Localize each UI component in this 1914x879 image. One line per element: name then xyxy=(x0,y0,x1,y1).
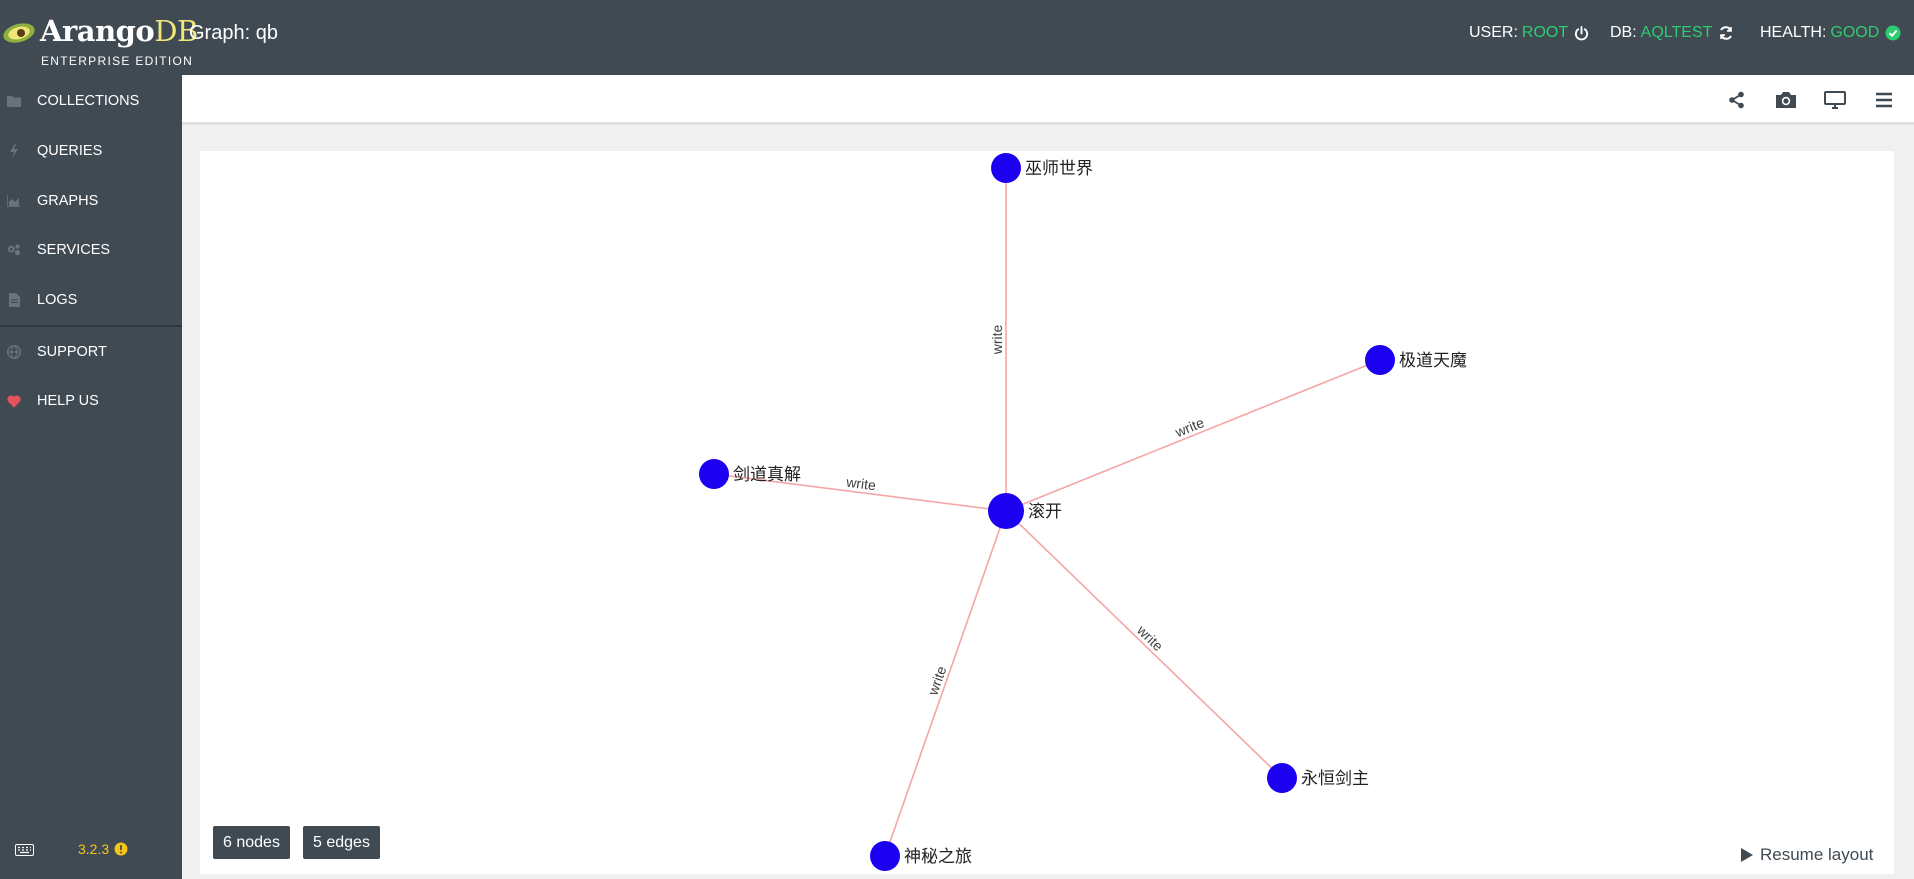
user-status[interactable]: USER: ROOT xyxy=(1469,24,1589,42)
resume-layout-label: Resume layout xyxy=(1760,845,1874,864)
sidebar-item-help-us[interactable]: HELP US xyxy=(0,379,182,423)
sidebar-divider xyxy=(0,325,182,327)
arangodb-logo[interactable]: ArangoDB ENTERPRISE EDITION xyxy=(0,14,198,68)
db-value: AQLTEST xyxy=(1640,24,1713,41)
logo-wordmark: ArangoDB xyxy=(40,14,198,48)
sidebar-item-services[interactable]: SERVICES xyxy=(0,228,182,272)
edge-count-badge: 5 edges xyxy=(303,826,380,859)
sidebar: COLLECTIONS QUERIES GRAPHS SERVICES LOGS… xyxy=(0,75,182,879)
db-status[interactable]: DB: AQLTEST xyxy=(1610,24,1734,42)
sidebar-item-graphs[interactable]: GRAPHS xyxy=(0,179,182,223)
sidebar-item-label: LOGS xyxy=(37,292,78,308)
node-label: 滚开 xyxy=(1028,502,1062,522)
graph-node[interactable] xyxy=(991,153,1021,183)
keyboard-icon[interactable] xyxy=(15,843,34,861)
cogs-icon xyxy=(7,243,21,257)
play-icon xyxy=(1740,847,1754,863)
node-label: 剑道真解 xyxy=(733,465,801,485)
folder-icon xyxy=(7,94,21,108)
sidebar-item-logs[interactable]: LOGS xyxy=(0,278,182,322)
power-icon[interactable] xyxy=(1574,25,1589,41)
menu-icon[interactable] xyxy=(1871,87,1897,113)
camera-icon[interactable] xyxy=(1773,87,1799,113)
version-indicator[interactable]: 3.2.3 xyxy=(78,841,128,857)
edition-label: ENTERPRISE EDITION xyxy=(41,54,194,68)
graph-node[interactable] xyxy=(988,493,1024,529)
graph-viewer[interactable]: writewritewritewritewrite滚开巫师世界极道天魔剑道真解永… xyxy=(200,151,1894,874)
sidebar-item-label: SERVICES xyxy=(37,242,111,258)
db-label: DB: xyxy=(1610,24,1637,41)
sidebar-item-label: HELP US xyxy=(37,393,99,409)
graph-toolbar xyxy=(182,75,1914,125)
health-label: HEALTH: xyxy=(1760,24,1827,41)
check-circle-icon xyxy=(1885,25,1901,41)
user-label: USER: xyxy=(1469,24,1518,41)
sidebar-item-queries[interactable]: QUERIES xyxy=(0,129,182,173)
globe-icon xyxy=(7,345,21,359)
node-label: 极道天魔 xyxy=(1399,351,1467,371)
sidebar-item-label: SUPPORT xyxy=(37,344,107,360)
graph-node[interactable] xyxy=(870,841,900,871)
user-value: ROOT xyxy=(1521,24,1569,41)
avocado-logo-icon xyxy=(3,23,35,43)
node-count-badge: 6 nodes xyxy=(213,826,290,859)
sidebar-item-label: GRAPHS xyxy=(37,193,99,209)
health-value: GOOD xyxy=(1830,24,1880,41)
graph-canvas[interactable]: write write write write write 滚开 巫师世界 极道天魔 剑道真解永… xyxy=(200,151,1894,874)
desktop-icon[interactable] xyxy=(1822,87,1848,113)
resume-layout-button[interactable]: Resume layout xyxy=(1740,845,1873,865)
graph-node[interactable] xyxy=(1267,763,1297,793)
share-icon[interactable] xyxy=(1724,87,1750,113)
file-icon xyxy=(7,293,21,307)
graph-edge[interactable] xyxy=(1005,510,1283,779)
sidebar-item-collections[interactable]: COLLECTIONS xyxy=(0,79,182,123)
node-label: 巫师世界 xyxy=(1025,159,1093,179)
node-label: 永恒剑主 xyxy=(1301,769,1369,789)
refresh-icon[interactable] xyxy=(1718,25,1734,41)
warning-icon xyxy=(114,842,128,856)
heart-icon xyxy=(7,394,21,408)
graph-node[interactable] xyxy=(699,459,729,489)
graph-edge[interactable] xyxy=(1005,359,1381,512)
page-title: Graph: qb xyxy=(189,22,278,44)
graph-node[interactable] xyxy=(1365,345,1395,375)
graph-edge[interactable] xyxy=(884,510,1007,857)
sidebar-item-label: QUERIES xyxy=(37,143,103,159)
area-chart-icon xyxy=(7,194,21,208)
edge-label: write xyxy=(989,325,1005,356)
node-label: 神秘之旅 xyxy=(904,847,972,867)
sidebar-item-label: COLLECTIONS xyxy=(37,93,140,109)
top-header: ArangoDB ENTERPRISE EDITION Graph: qb US… xyxy=(0,0,1914,75)
bolt-icon xyxy=(7,144,21,158)
sidebar-item-support[interactable]: SUPPORT xyxy=(0,330,182,374)
health-status[interactable]: HEALTH: GOOD xyxy=(1760,24,1901,42)
version-label: 3.2.3 xyxy=(78,841,110,857)
